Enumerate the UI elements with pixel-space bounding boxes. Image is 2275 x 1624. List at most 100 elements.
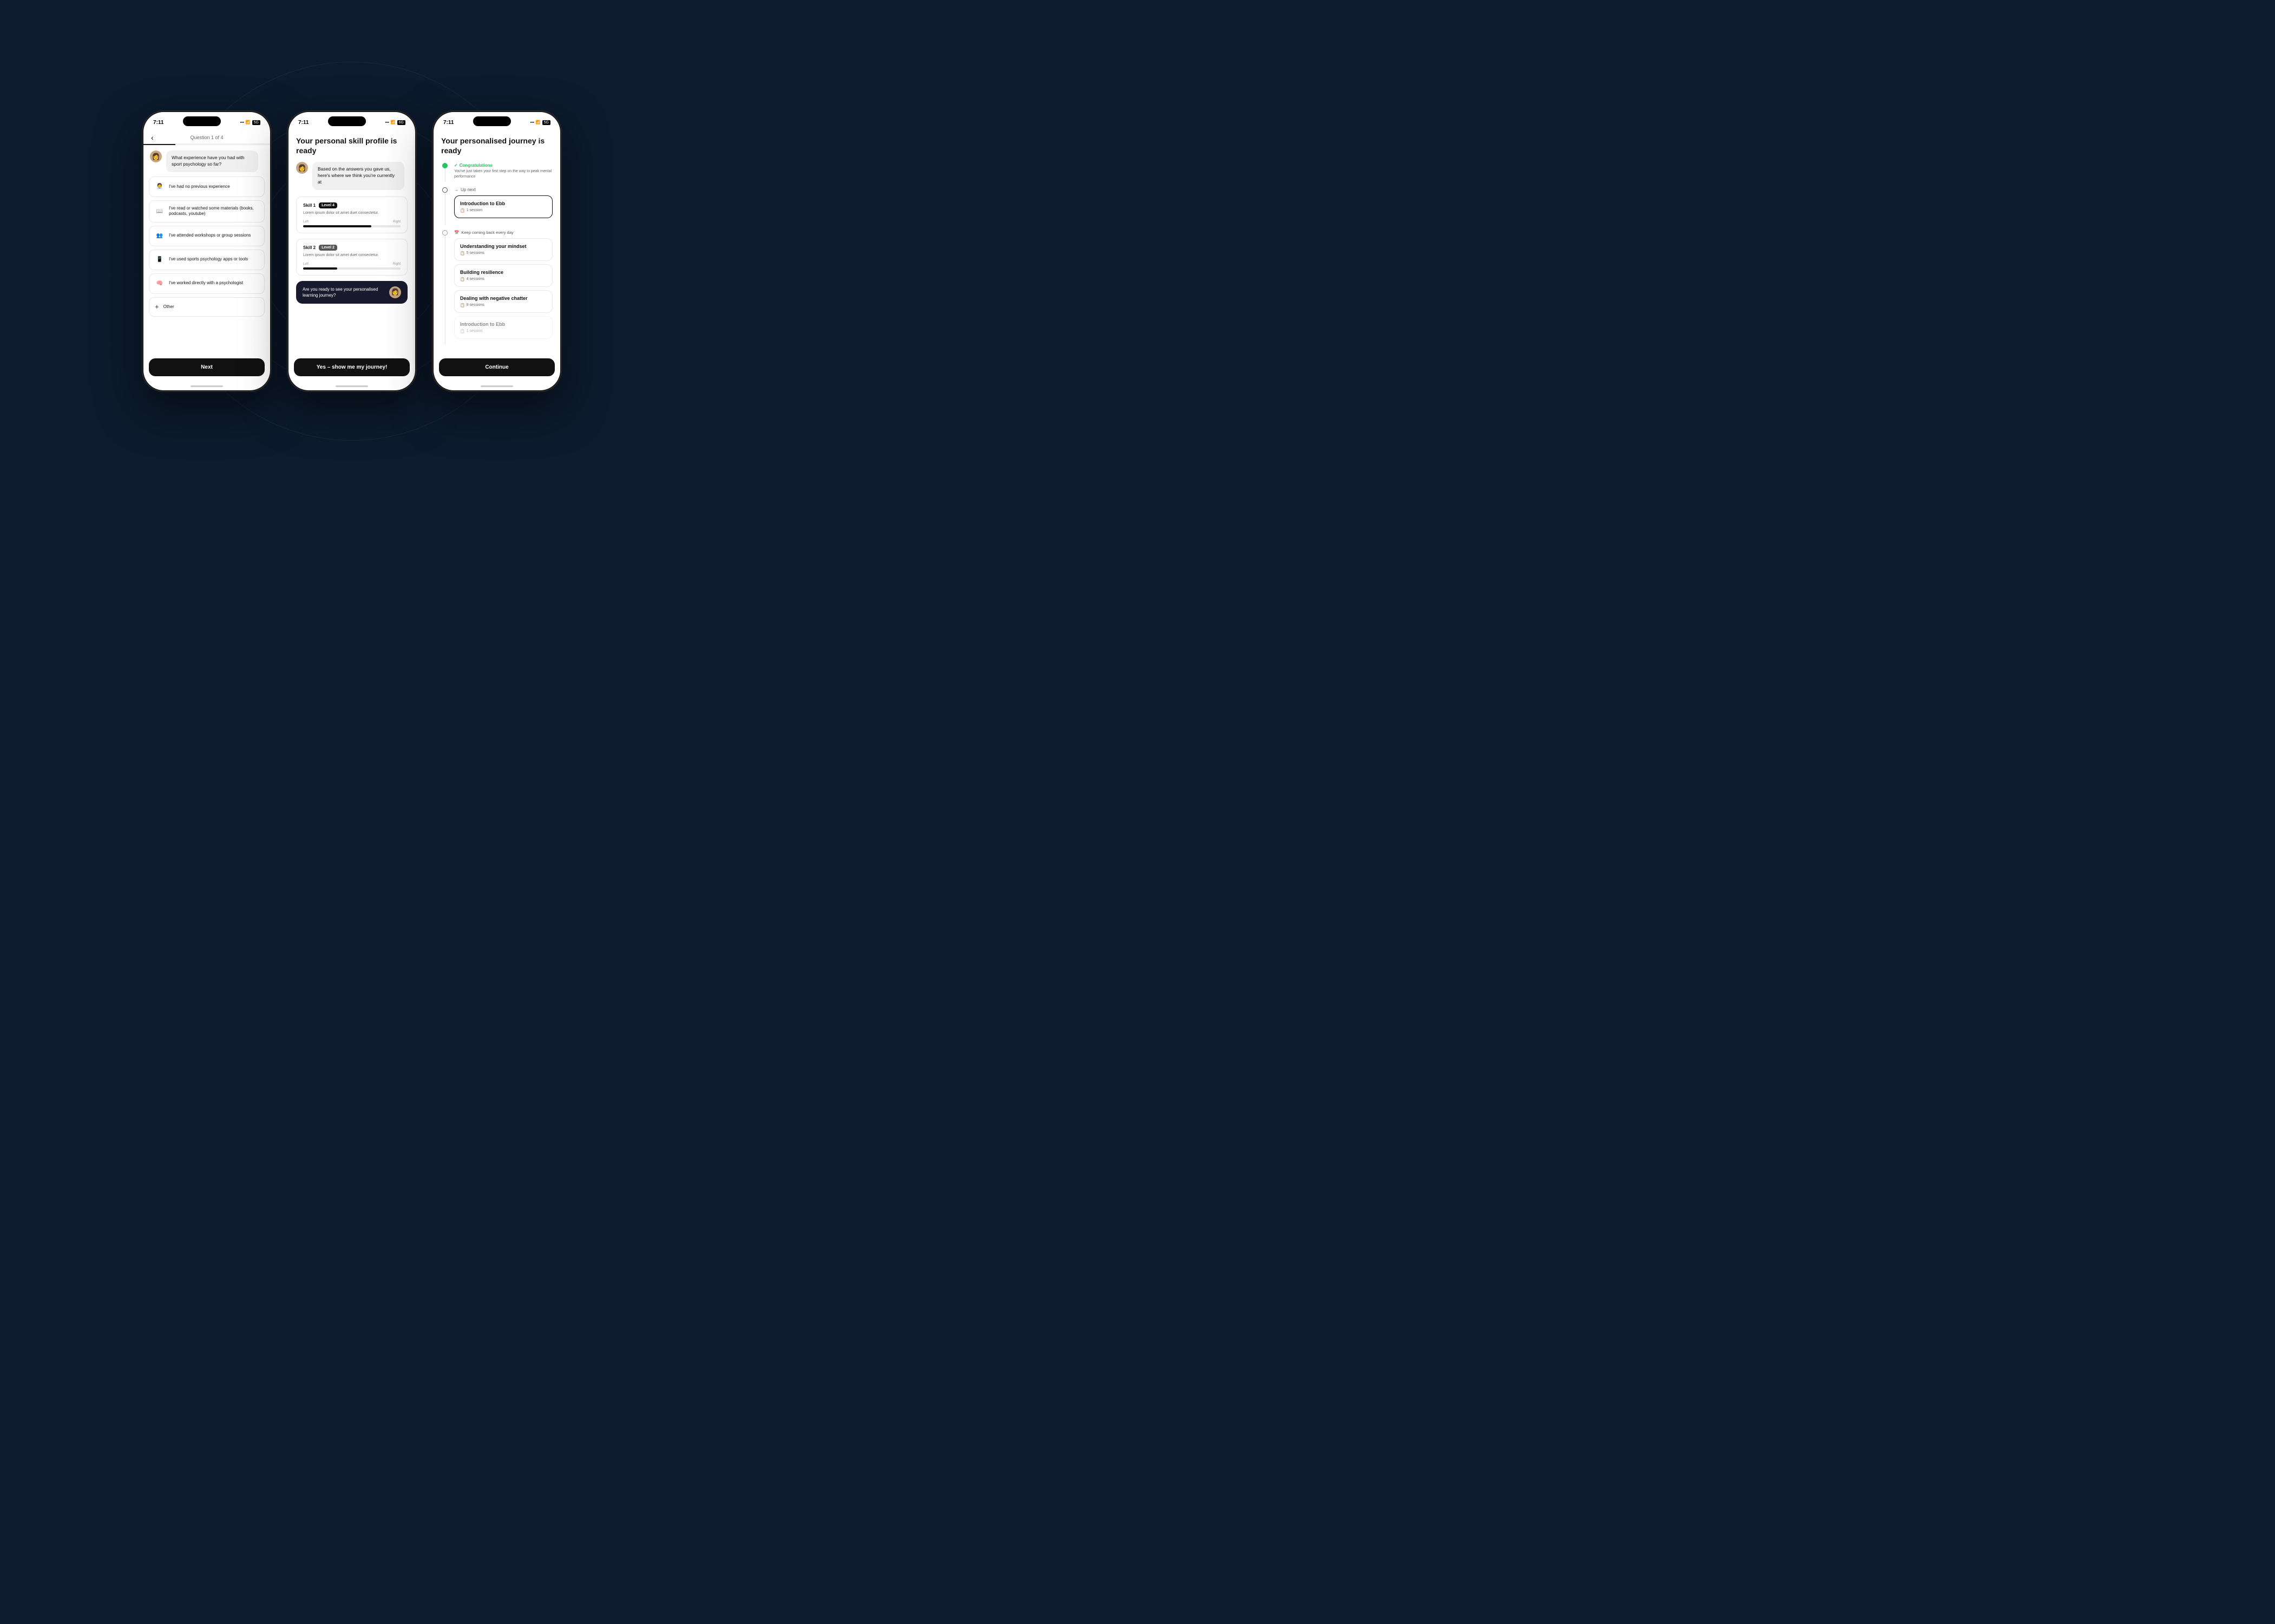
skill1-label: Skill 1 — [303, 203, 316, 208]
other-label: Other — [163, 304, 174, 310]
ready-bubble: Are you ready to see your personalised l… — [296, 281, 408, 304]
skill1-right-label: Right — [393, 220, 401, 224]
sessions-icon-1: 📋 — [460, 277, 465, 281]
option-text-2: I've attended workshops or group session… — [169, 233, 251, 238]
option-icon-0: 🧑‍💼 — [155, 182, 165, 192]
option-icon-4: 🧠 — [155, 279, 165, 289]
home-indicator-1 — [143, 382, 270, 390]
skill1-header: Skill 1 Level 4 — [303, 202, 401, 208]
timeline-left-congrats — [441, 163, 449, 182]
screen2-title: Your personal skill profile is ready — [296, 136, 408, 155]
status-time-1: 7:11 — [153, 120, 163, 126]
screen3-title: Your personalised journey is ready — [441, 136, 553, 155]
screen3-scroll: Your personalised journey is ready ✓ — [434, 130, 560, 355]
avatar-2: 👩 — [296, 162, 308, 174]
option-psychologist[interactable]: 🧠 I've worked directly with a psychologi… — [149, 273, 265, 294]
chat-bubble-2: Based on the answers you gave us, here's… — [312, 162, 404, 190]
timeline-right-keep: 📅 Keep coming back every day Understandi… — [454, 230, 553, 344]
battery-icon-3: 5G — [542, 120, 550, 125]
skill2-level: Level 2 — [319, 245, 337, 251]
dynamic-island-1 — [183, 116, 221, 126]
option-workshops[interactable]: 👥 I've attended workshops or group sessi… — [149, 226, 265, 246]
journey-card-title-2: Dealing with negative chatter — [460, 296, 547, 301]
journey-timeline: ✓ Congratulations You've just taken your… — [441, 163, 553, 344]
battery-icon-2: 6G — [397, 120, 405, 125]
congrats-desc: You've just taken your first step on the… — [454, 169, 553, 180]
keep-label: 📅 Keep coming back every day — [454, 230, 553, 235]
check-icon: ✓ — [454, 163, 458, 168]
option-no-experience[interactable]: 🧑‍💼 I've had no previous experience — [149, 176, 265, 197]
skill2-desc: Lorem ipsum dolor sit amet duet consecte… — [303, 253, 401, 258]
status-time-2: 7:11 — [298, 120, 309, 126]
avatar-1: 👩 — [150, 150, 162, 162]
skill-card-1: Skill 1 Level 4 Lorem ipsum dolor sit am… — [296, 197, 408, 233]
back-button[interactable]: ‹ — [151, 133, 154, 142]
dynamic-island-2 — [328, 116, 366, 126]
skill1-left-label: Left — [303, 220, 309, 224]
wifi-icon: 📶 — [246, 120, 251, 125]
option-apps[interactable]: 📱 I've used sports psychology apps or to… — [149, 250, 265, 270]
screen2-scroll: Your personal skill profile is ready 👩 B… — [289, 130, 415, 355]
phone-3-screen: 7:11 ▪▪▪ 📶 5G Your personalised journey … — [434, 112, 560, 390]
sessions-icon-3: 📋 — [460, 329, 465, 333]
skill2-bar-fill — [303, 267, 337, 270]
journey-card-2: Dealing with negative chatter 📋 8 sessio… — [454, 290, 553, 313]
continue-button[interactable]: Continue — [439, 358, 555, 376]
dot-keep — [442, 230, 448, 235]
calendar-icon: 📅 — [454, 230, 459, 235]
timeline-congrats: ✓ Congratulations You've just taken your… — [441, 163, 553, 182]
phone-1-screen: 7:11 ▪▪▪ 📶 5G ‹ Question 1 of 4 — [143, 112, 270, 390]
sessions-icon-2: 📋 — [460, 303, 465, 307]
skill-card-2: Skill 2 Level 2 Lorem ipsum dolor sit am… — [296, 239, 408, 276]
skill2-bar-labels: Left Right — [303, 263, 401, 266]
intro-card-sessions: 📋 1 session — [460, 208, 547, 213]
journey-card-1: Building resilience 📋 4 sessions — [454, 264, 553, 287]
wifi-icon-2: 📶 — [391, 120, 396, 125]
skill2-bar-track — [303, 267, 401, 270]
option-icon-1: 📖 — [155, 206, 165, 216]
home-bar-2 — [336, 385, 368, 387]
question-label: Question 1 of 4 — [190, 135, 223, 140]
timeline-upnext: → Up next Introduction to Ebb 📋 1 sessio… — [441, 187, 553, 225]
screen1-header: ‹ Question 1 of 4 — [143, 130, 270, 144]
arrow-icon: → — [454, 187, 458, 192]
option-other[interactable]: + Other — [149, 297, 265, 317]
status-bar-3: 7:11 ▪▪▪ 📶 5G — [434, 112, 560, 130]
journey-card-3: Introduction to Ebb 📋 1 session — [454, 316, 553, 339]
signal-icon-3: ▪▪▪ — [530, 121, 534, 125]
home-indicator-3 — [434, 382, 560, 390]
home-bar-3 — [481, 385, 513, 387]
skill2-label: Skill 2 — [303, 245, 316, 250]
option-read-materials[interactable]: 📖 I've read or watched some materials (b… — [149, 200, 265, 222]
option-text-3: I've used sports psychology apps or tool… — [169, 257, 248, 262]
dynamic-island-3 — [473, 116, 511, 126]
journey-card-sessions-2: 📋 8 sessions — [460, 303, 547, 307]
intro-card: Introduction to Ebb 📋 1 session — [454, 195, 553, 218]
wifi-icon-3: 📶 — [536, 120, 541, 125]
timeline-left-upnext — [441, 187, 449, 225]
skill1-level: Level 4 — [319, 202, 337, 208]
next-button[interactable]: Next — [149, 358, 265, 376]
journey-card-sessions-3: 📋 1 session — [460, 329, 547, 333]
dot-upnext — [442, 187, 448, 193]
phone-2: 7:11 ▪▪▪ 📶 6G Your personal skill profil… — [287, 110, 417, 392]
dot-congrats — [442, 163, 448, 168]
timeline-keep: 📅 Keep coming back every day Understandi… — [441, 230, 553, 344]
skill2-left-label: Left — [303, 263, 309, 266]
options-list: 🧑‍💼 I've had no previous experience 📖 I'… — [143, 176, 270, 355]
sessions-icon-0: 📋 — [460, 251, 465, 256]
journey-card-0: Understanding your mindset 📋 5 sessions — [454, 238, 553, 261]
cta-button[interactable]: Yes – show me my journey! — [294, 358, 410, 376]
sessions-icon: 📋 — [460, 208, 465, 213]
journey-card-title-3: Introduction to Ebb — [460, 322, 547, 327]
phone-3: 7:11 ▪▪▪ 📶 5G Your personalised journey … — [432, 110, 562, 392]
skill1-bar-fill — [303, 225, 371, 227]
skill1-desc: Lorem ipsum dolor sit amet duet consecte… — [303, 211, 401, 216]
option-icon-2: 👥 — [155, 231, 165, 241]
skill1-bar-container: Left Right — [303, 220, 401, 227]
skill2-header: Skill 2 Level 2 — [303, 245, 401, 251]
status-icons-2: ▪▪▪ 📶 6G — [385, 120, 405, 125]
option-text-1: I've read or watched some materials (boo… — [169, 206, 259, 217]
phones-container: 7:11 ▪▪▪ 📶 5G ‹ Question 1 of 4 — [142, 110, 562, 392]
home-indicator-2 — [289, 382, 415, 390]
